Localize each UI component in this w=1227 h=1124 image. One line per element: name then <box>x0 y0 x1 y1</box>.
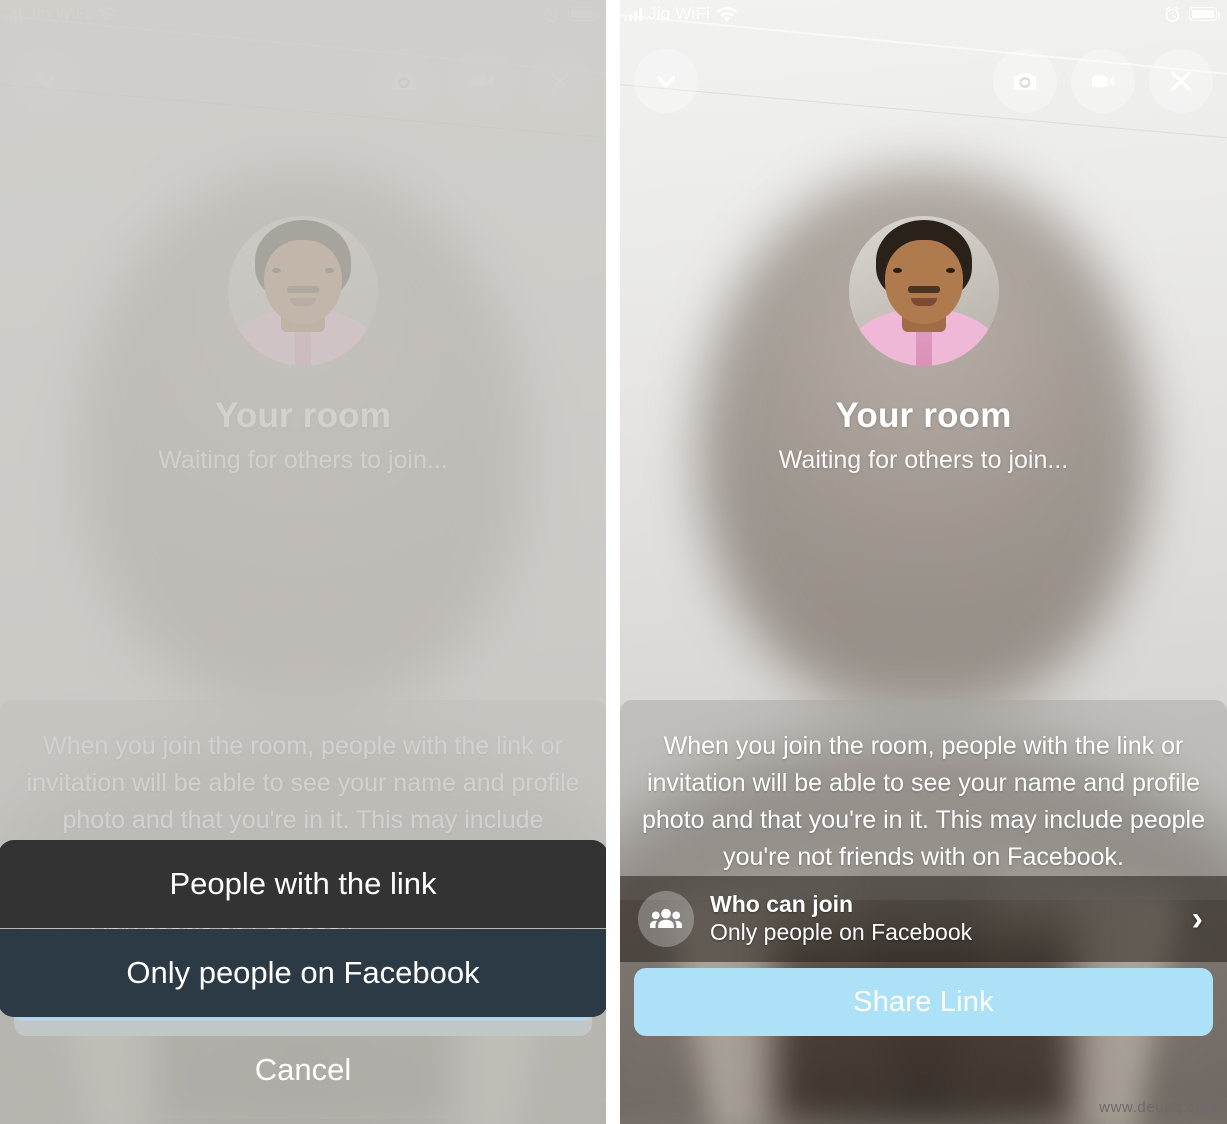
signal-bars-icon <box>624 7 642 21</box>
status-bar: Jio WiFi <box>0 0 606 28</box>
panel-divider <box>606 0 620 1124</box>
action-sheet-options: People with the link Only people on Face… <box>0 840 606 1017</box>
phone-screenshot-left: Jio WiFi Your room Waiting for others to… <box>0 0 606 1124</box>
top-controls <box>0 48 606 114</box>
video-camera-icon <box>1091 75 1115 88</box>
who-can-join-value: Only people on Facebook <box>710 919 973 946</box>
share-link-button[interactable]: Share Link <box>634 968 1213 1036</box>
avatar-eye-right <box>945 268 955 273</box>
avatar-face <box>884 240 963 324</box>
avatar-moustache <box>287 286 319 293</box>
status-bar-right <box>543 6 599 23</box>
people-group-icon-glyph <box>649 908 683 928</box>
action-sheet-option-people-with-link[interactable]: People with the link <box>0 840 606 928</box>
close-x-icon <box>1171 71 1191 91</box>
avatar-eye-left <box>892 268 902 273</box>
top-controls-right <box>993 49 1213 113</box>
carrier-label: Jio WiFi <box>28 4 91 23</box>
avatar-moustache <box>907 286 940 293</box>
action-sheet-cancel-button[interactable]: Cancel <box>0 1021 606 1119</box>
avatar-eye-right <box>325 268 334 273</box>
room-subtitle: Waiting for others to join... <box>778 446 1069 474</box>
video-camera-icon <box>470 75 494 88</box>
people-group-icon <box>638 891 694 947</box>
action-sheet: People with the link Only people on Face… <box>0 840 606 1119</box>
watermark: www.deuaq.com <box>1099 1099 1217 1116</box>
who-can-join-row[interactable]: Who can join Only people on Facebook › <box>620 876 1227 962</box>
who-can-join-title: Who can join <box>710 891 854 918</box>
room-title: Your room <box>835 396 1012 435</box>
who-can-join-texts: Who can join Only people on Facebook <box>710 890 972 947</box>
status-bar-right <box>1164 6 1220 23</box>
status-bar-left: Jio WiFi <box>4 4 118 24</box>
flip-camera-button[interactable] <box>993 49 1057 113</box>
alarm-clock-icon <box>1165 6 1180 22</box>
phone-screenshot-right: Jio WiFi Your room Waiting for others to… <box>620 0 1227 1124</box>
close-button[interactable] <box>1149 49 1213 113</box>
carrier-label: Jio WiFi <box>648 4 711 23</box>
minimize-button[interactable] <box>14 49 78 113</box>
status-bar: Jio WiFi <box>620 0 1227 28</box>
video-toggle-button[interactable] <box>1071 49 1135 113</box>
wifi-icon <box>96 6 118 21</box>
room-info: Your room Waiting for others to join... <box>0 216 606 475</box>
alarm-clock-icon <box>544 6 559 22</box>
video-toggle-button[interactable] <box>450 49 514 113</box>
top-controls <box>620 48 1227 114</box>
flip-camera-button[interactable] <box>372 49 436 113</box>
signal-bars-icon <box>4 7 22 21</box>
avatar <box>228 216 378 366</box>
avatar-eye-left <box>272 268 281 273</box>
battery-icon <box>1189 7 1220 21</box>
action-sheet-option-only-people-on-facebook[interactable]: Only people on Facebook <box>0 929 606 1017</box>
privacy-info-panel: When you join the room, people with the … <box>620 700 1227 900</box>
privacy-info-text: When you join the room, people with the … <box>642 732 1206 871</box>
avatar-face <box>264 240 342 324</box>
chevron-down-icon <box>36 76 56 87</box>
minimize-button[interactable] <box>634 49 698 113</box>
camera-flip-icon <box>392 73 416 90</box>
close-x-icon <box>550 71 570 91</box>
room-subtitle: Waiting for others to join... <box>158 446 448 474</box>
status-bar-left: Jio WiFi <box>624 4 738 24</box>
camera-flip-icon <box>1013 73 1037 90</box>
top-controls-right <box>372 49 592 113</box>
chevron-right-icon: › <box>1191 900 1203 938</box>
avatar-smile <box>290 298 316 306</box>
room-info: Your room Waiting for others to join... <box>620 216 1227 475</box>
avatar-smile <box>910 298 937 306</box>
close-button[interactable] <box>528 49 592 113</box>
screenshot-stage: Jio WiFi Your room Waiting for others to… <box>0 0 1227 1124</box>
room-title: Your room <box>214 396 392 435</box>
battery-icon <box>568 7 599 21</box>
avatar <box>848 216 999 366</box>
wifi-icon <box>716 6 738 21</box>
chevron-down-icon <box>656 76 676 87</box>
